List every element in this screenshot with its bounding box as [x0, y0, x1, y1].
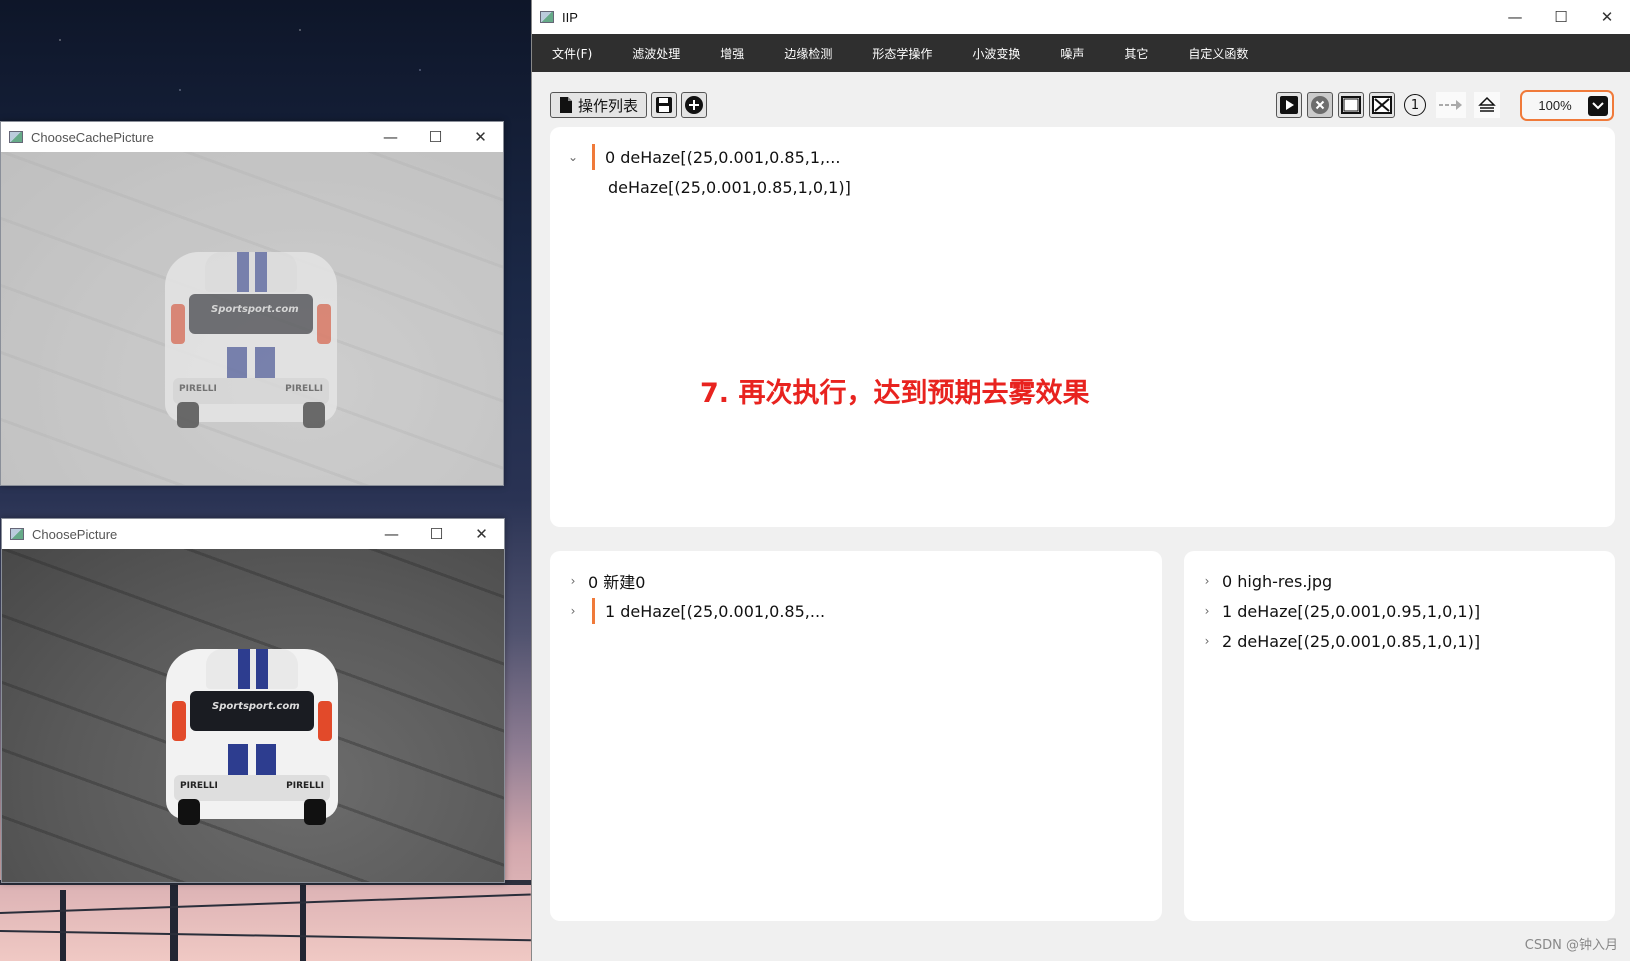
car-stripe — [238, 649, 250, 689]
operation-item-label: 0 deHaze[(25,0.001,0.85,1,... — [605, 147, 841, 167]
app-icon — [540, 11, 554, 23]
toolbar: 操作列表 1 100% — [550, 90, 1614, 122]
image-item-label: 2 deHaze[(25,0.001,0.85,1,0,1)] — [1222, 631, 1481, 651]
image-item[interactable]: › 0 high-res.jpg — [1200, 567, 1333, 595]
history-item-label: 1 deHaze[(25,0.001,0.85,... — [605, 601, 826, 621]
maximize-icon[interactable]: ☐ — [413, 122, 458, 152]
maximize-icon[interactable]: ☐ — [414, 519, 459, 549]
play-icon[interactable] — [1276, 92, 1302, 118]
car-taillight — [172, 701, 186, 741]
images-panel: › 0 high-res.jpg › 1 deHaze[(25,0.001,0.… — [1184, 551, 1615, 921]
image-item-label: 1 deHaze[(25,0.001,0.95,1,0,1)] — [1222, 601, 1481, 621]
add-icon[interactable] — [681, 92, 707, 118]
chevron-right-icon[interactable]: › — [1200, 574, 1214, 588]
menu-other[interactable]: 其它 — [1104, 45, 1168, 62]
haze-overlay — [1, 152, 503, 485]
annotation-text: 7. 再次执行，达到预期去雾效果 — [700, 378, 1090, 409]
wallpaper-pole — [60, 890, 66, 961]
maximize-icon[interactable]: ☐ — [1538, 0, 1584, 34]
bumper-text: PIRELLI — [286, 781, 324, 791]
step-number: 1 — [1404, 94, 1426, 116]
app-icon — [9, 131, 23, 143]
minimize-icon[interactable]: — — [1492, 0, 1538, 34]
titlebar[interactable]: IIP — ☐ ✕ — [532, 0, 1630, 34]
chevron-right-icon[interactable]: › — [566, 574, 580, 588]
image-item[interactable]: › 2 deHaze[(25,0.001,0.85,1,0,1)] — [1200, 627, 1480, 655]
eject-icon[interactable] — [1474, 92, 1500, 118]
operation-child-label: deHaze[(25,0.001,0.85,1,0,1)] — [608, 177, 851, 197]
operation-list-label: 操作列表 — [577, 96, 638, 115]
choose-cache-picture-window: ChooseCachePicture — ☐ ✕ Sportsport.com … — [0, 121, 504, 486]
save-icon[interactable] — [651, 92, 677, 118]
minimize-icon[interactable]: — — [368, 122, 413, 152]
menu-custom-function[interactable]: 自定义函数 — [1168, 45, 1268, 62]
image-item-label: 0 high-res.jpg — [1222, 571, 1333, 591]
chevron-right-icon[interactable]: › — [1200, 634, 1214, 648]
screen-icon[interactable] — [1338, 92, 1364, 118]
document-icon — [559, 97, 572, 113]
car-window: Sportsport.com — [190, 691, 314, 731]
car-bumper: PIRELLI PIRELLI — [174, 775, 330, 801]
selection-indicator — [592, 598, 595, 624]
chevron-right-icon[interactable]: › — [1200, 604, 1214, 618]
car-tire — [178, 799, 200, 825]
titlebar[interactable]: ChoosePicture — ☐ ✕ — [2, 519, 504, 549]
close-icon[interactable]: ✕ — [1584, 0, 1630, 34]
car-taillight — [318, 701, 332, 741]
selection-indicator — [592, 144, 595, 170]
app-icon — [10, 528, 24, 540]
car-roof — [206, 649, 298, 689]
close-icon[interactable]: ✕ — [458, 122, 503, 152]
bumper-text: PIRELLI — [180, 781, 218, 791]
menu-enhance[interactable]: 增强 — [700, 45, 764, 62]
image-item[interactable]: › 1 deHaze[(25,0.001,0.95,1,0,1)] — [1200, 597, 1480, 625]
menu-morphology[interactable]: 形态学操作 — [852, 45, 952, 62]
window-title: ChoosePicture — [32, 526, 118, 542]
titlebar[interactable]: ChooseCachePicture — ☐ ✕ — [1, 122, 503, 152]
stop-icon[interactable] — [1307, 92, 1333, 118]
arrow-right-icon[interactable] — [1436, 92, 1466, 118]
history-panel: › 0 新建0 › 1 deHaze[(25,0.001,0.85,... — [550, 551, 1162, 921]
menu-wavelet[interactable]: 小波变换 — [952, 45, 1040, 62]
wallpaper-wire — [0, 893, 531, 914]
history-item-label: 0 新建0 — [588, 573, 646, 592]
choose-picture-window: ChoosePicture — ☐ ✕ Sportsport.com PIREL… — [1, 518, 505, 883]
chevron-down-icon[interactable]: ⌄ — [566, 150, 580, 164]
car-tire — [304, 799, 326, 825]
operation-tree-item[interactable]: ⌄ 0 deHaze[(25,0.001,0.85,1,... — [566, 143, 840, 171]
car-window-text: Sportsport.com — [212, 701, 300, 712]
zoom-value: 100% — [1538, 98, 1572, 113]
watermark: CSDN @钟入月 — [1524, 938, 1618, 953]
menu-file[interactable]: 文件(F) — [532, 45, 612, 62]
car-stripe — [256, 649, 268, 689]
hazy-image: Sportsport.com PIRELLI PIRELLI — [1, 152, 503, 485]
car: Sportsport.com PIRELLI PIRELLI — [152, 649, 352, 829]
minimize-icon[interactable]: — — [369, 519, 414, 549]
history-item[interactable]: › 1 deHaze[(25,0.001,0.85,... — [566, 597, 825, 625]
operation-tree-child[interactable]: deHaze[(25,0.001,0.85,1,0,1)] — [608, 173, 851, 201]
dehazed-image: Sportsport.com PIRELLI PIRELLI — [2, 549, 504, 882]
menu-bar: 文件(F) 滤波处理 增强 边缘检测 形态学操作 小波变换 噪声 其它 自定义函… — [532, 34, 1630, 72]
window-title: IIP — [562, 9, 578, 25]
operations-panel: ⌄ 0 deHaze[(25,0.001,0.85,1,... deHaze[(… — [550, 127, 1615, 527]
menu-edge-detection[interactable]: 边缘检测 — [764, 45, 852, 62]
chevron-right-icon[interactable]: › — [566, 604, 580, 618]
window-title: ChooseCachePicture — [31, 129, 154, 145]
step-number-icon[interactable]: 1 — [1402, 92, 1428, 118]
history-item[interactable]: › 0 新建0 — [566, 567, 646, 595]
wallpaper-wire — [0, 930, 531, 942]
close-image-icon[interactable] — [1369, 92, 1395, 118]
menu-filter[interactable]: 滤波处理 — [612, 45, 700, 62]
operation-list-button[interactable]: 操作列表 — [550, 92, 647, 118]
iip-main-window: IIP — ☐ ✕ 文件(F) 滤波处理 增强 边缘检测 形态学操作 小波变换 … — [531, 0, 1630, 961]
chevron-down-icon[interactable] — [1588, 95, 1608, 116]
wallpaper-pole — [300, 875, 306, 961]
close-icon[interactable]: ✕ — [459, 519, 504, 549]
menu-noise[interactable]: 噪声 — [1040, 45, 1104, 62]
zoom-select[interactable]: 100% — [1520, 90, 1614, 121]
